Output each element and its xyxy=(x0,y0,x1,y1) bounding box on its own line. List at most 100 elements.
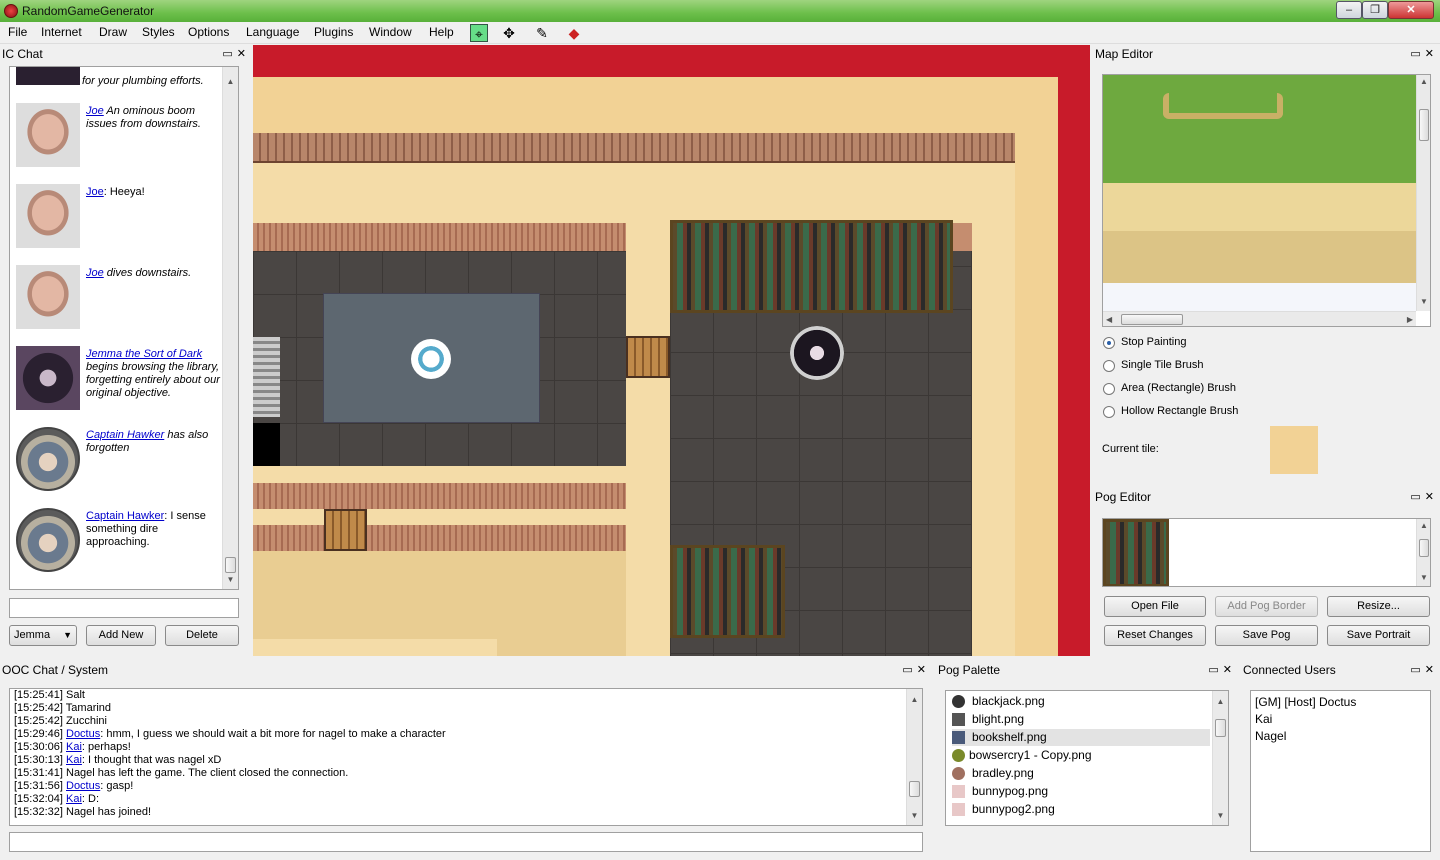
user-item[interactable]: Kai xyxy=(1255,712,1272,726)
pog-item-bunnypog2[interactable]: bunnypog2.png xyxy=(952,801,1210,818)
draw-tool-icon[interactable]: ✎ xyxy=(533,24,551,42)
scroll-thumb[interactable] xyxy=(909,781,920,797)
menu-draw[interactable]: Draw xyxy=(99,25,127,39)
scroll-down-icon[interactable]: ▼ xyxy=(907,809,922,823)
ooc-chat-titlebar: OOC Chat / System ▭✕ xyxy=(0,661,932,680)
ic-message: Captain Hawker: I sense something dire a… xyxy=(16,508,221,574)
pog-palette-scrollbar[interactable]: ▲ ▼ xyxy=(1212,691,1228,825)
scroll-thumb[interactable] xyxy=(1215,719,1226,737)
character-link[interactable]: Captain Hawker xyxy=(86,429,164,441)
map-canvas[interactable] xyxy=(253,45,1090,656)
menu-window[interactable]: Window xyxy=(369,25,412,39)
dock-float-close-icon[interactable]: ▭✕ xyxy=(902,661,930,680)
scroll-right-icon[interactable]: ▶ xyxy=(1407,312,1413,326)
move-tool-icon[interactable]: ✥ xyxy=(500,24,518,42)
ic-chat-scrollbar[interactable]: ▲ ▼ xyxy=(222,67,238,589)
pog-preview-scrollbar[interactable]: ▲ ▼ xyxy=(1416,519,1430,586)
ooc-chat-scrollbar[interactable]: ▲ ▼ xyxy=(906,689,922,825)
wall-corner xyxy=(953,223,972,251)
character-link[interactable]: Joe xyxy=(86,267,104,279)
save-portrait-button[interactable]: Save Portrait xyxy=(1327,625,1430,646)
scroll-left-icon[interactable]: ◀ xyxy=(1106,312,1112,326)
pog-item-bradley[interactable]: bradley.png xyxy=(952,765,1210,782)
pog-item-blight[interactable]: blight.png xyxy=(952,711,1210,728)
ic-chat-input[interactable] xyxy=(9,598,239,618)
pointer-tool-icon[interactable]: ⌖ xyxy=(470,24,488,42)
ooc-line: [15:30:06] Kai: perhaps! xyxy=(14,741,131,753)
title-bar: RandomGameGenerator – ❐ ✕ xyxy=(0,0,1440,22)
scroll-thumb[interactable] xyxy=(1121,314,1183,325)
door-south xyxy=(324,509,367,551)
user-link[interactable]: Kai xyxy=(66,741,82,753)
character-link[interactable]: Joe xyxy=(86,186,104,198)
ooc-line: [15:32:32] Nagel has joined! xyxy=(14,806,151,818)
current-tile-swatch xyxy=(1270,426,1318,474)
ooc-chat-input[interactable] xyxy=(9,832,923,852)
menu-styles[interactable]: Styles xyxy=(142,25,175,39)
scroll-up-icon[interactable]: ▲ xyxy=(1213,695,1228,709)
character-select[interactable]: Jemma ▼ xyxy=(9,625,77,646)
ooc-line: [15:31:56] Doctus: gasp! xyxy=(14,780,134,792)
dock-float-close-icon[interactable]: ▭✕ xyxy=(1410,488,1438,507)
character-link[interactable]: Captain Hawker xyxy=(86,510,164,522)
character-link[interactable]: Jemma the Sort of Dark xyxy=(86,348,202,360)
tile-picker-vscroll[interactable]: ▲ ▼ xyxy=(1416,75,1430,311)
minimize-button[interactable]: – xyxy=(1336,1,1362,19)
pog-item-blackjack[interactable]: blackjack.png xyxy=(952,693,1210,710)
menu-internet[interactable]: Internet xyxy=(41,25,82,39)
delete-button[interactable]: Delete xyxy=(165,625,239,646)
menu-language[interactable]: Language xyxy=(246,25,299,39)
scroll-thumb[interactable] xyxy=(225,557,236,573)
scroll-thumb[interactable] xyxy=(1419,109,1429,141)
reset-changes-button[interactable]: Reset Changes xyxy=(1104,625,1206,646)
user-link[interactable]: Kai xyxy=(66,754,82,766)
menu-file[interactable]: File xyxy=(8,25,27,39)
dock-float-close-icon[interactable]: ▭✕ xyxy=(222,45,250,64)
map-editor-titlebar: Map Editor ▭✕ xyxy=(1093,45,1440,64)
dock-float-close-icon[interactable]: ▭✕ xyxy=(1410,45,1438,64)
avatar xyxy=(16,103,80,167)
scroll-thumb[interactable] xyxy=(1419,539,1429,557)
user-item[interactable]: [GM] [Host] Doctus xyxy=(1255,695,1356,709)
menu-options[interactable]: Options xyxy=(188,25,229,39)
user-item[interactable]: Nagel xyxy=(1255,729,1286,743)
ic-message-text: Joe dives downstairs. xyxy=(86,267,192,279)
pog-item-bookshelf[interactable]: bookshelf.png xyxy=(952,729,1210,746)
open-file-button[interactable]: Open File xyxy=(1104,596,1206,617)
tile-picker[interactable]: ▲ ▼ ◀ ▶ xyxy=(1102,74,1431,327)
add-pog-border-button[interactable]: Add Pog Border xyxy=(1215,596,1318,617)
save-pog-button[interactable]: Save Pog xyxy=(1215,625,1318,646)
player-pog-jemma[interactable] xyxy=(790,326,844,380)
dock-float-close-icon[interactable]: ▭✕ xyxy=(1410,661,1438,680)
connected-users-title: Connected Users xyxy=(1243,663,1336,677)
tile-picker-hscroll[interactable]: ◀ ▶ xyxy=(1103,311,1416,326)
add-new-button[interactable]: Add New xyxy=(86,625,156,646)
eraser-tool-icon[interactable]: ◆ xyxy=(565,24,583,42)
window-title: RandomGameGenerator xyxy=(22,4,155,18)
user-link[interactable]: Doctus xyxy=(66,780,100,792)
menu-plugins[interactable]: Plugins xyxy=(314,25,353,39)
scroll-up-icon[interactable]: ▲ xyxy=(907,693,922,707)
scroll-down-icon[interactable]: ▼ xyxy=(1417,295,1430,309)
menu-help[interactable]: Help xyxy=(429,25,454,39)
resize-button[interactable]: Resize... xyxy=(1327,596,1430,617)
scroll-up-icon[interactable]: ▲ xyxy=(223,75,238,89)
avatar xyxy=(16,346,80,410)
character-link[interactable]: Joe xyxy=(86,105,104,117)
pog-item-bowsercry1[interactable]: bowsercry1 - Copy.png xyxy=(952,747,1210,764)
scroll-down-icon[interactable]: ▼ xyxy=(1213,809,1228,823)
ooc-line: [15:25:41] Salt xyxy=(14,689,85,701)
pog-item-bunnypog[interactable]: bunnypog.png xyxy=(952,783,1210,800)
app-icon xyxy=(4,4,18,18)
stairs-shadow xyxy=(253,423,280,466)
user-link[interactable]: Doctus xyxy=(66,728,100,740)
close-button[interactable]: ✕ xyxy=(1388,1,1434,19)
scroll-up-icon[interactable]: ▲ xyxy=(1417,75,1430,89)
avatar xyxy=(16,67,80,85)
dock-float-close-icon[interactable]: ▭✕ xyxy=(1208,661,1236,680)
scroll-up-icon[interactable]: ▲ xyxy=(1417,519,1430,533)
user-link[interactable]: Kai xyxy=(66,793,82,805)
scroll-down-icon[interactable]: ▼ xyxy=(223,573,238,587)
scroll-down-icon[interactable]: ▼ xyxy=(1417,571,1430,585)
maximize-button[interactable]: ❐ xyxy=(1362,1,1388,19)
